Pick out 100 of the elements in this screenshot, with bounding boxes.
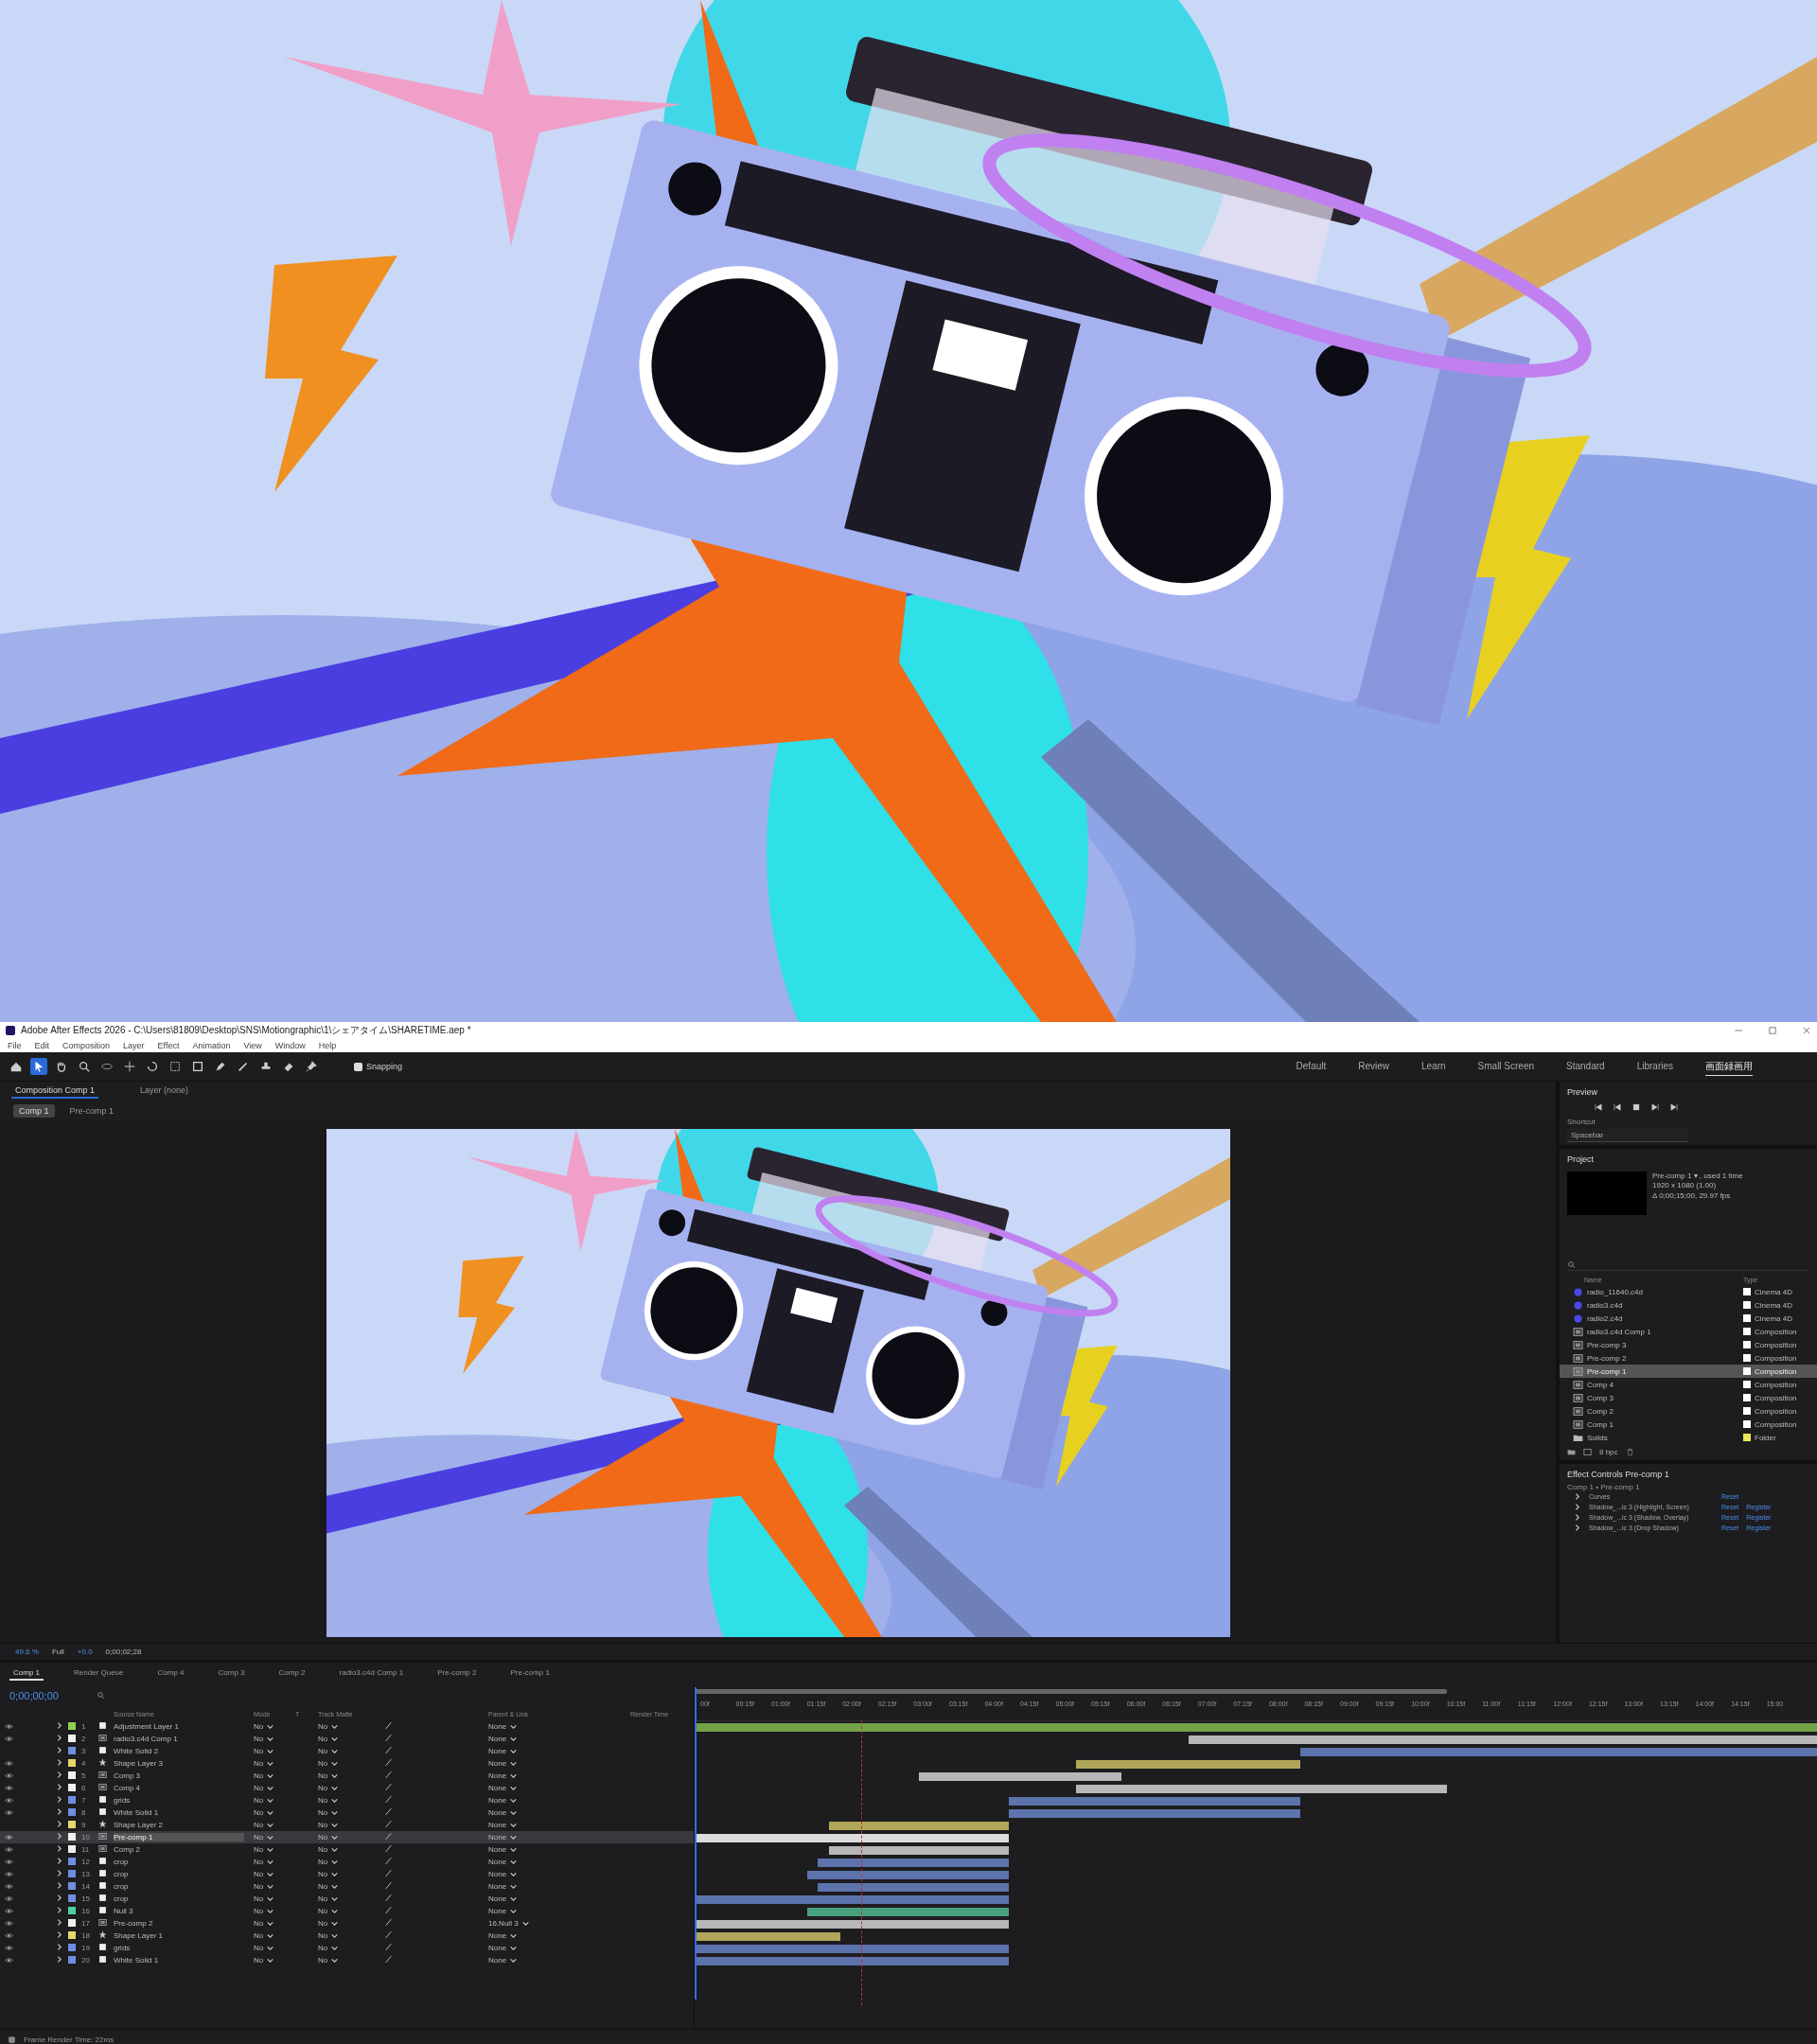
layer-row[interactable]: 18 Shape Layer 1 No No None <box>0 1929 694 1942</box>
parent-dropdown[interactable]: None <box>488 1808 519 1817</box>
label-swatch[interactable] <box>68 1918 76 1927</box>
track-matte-dropdown[interactable]: No <box>318 1784 340 1792</box>
parent-dropdown[interactable]: 16.Null 3 <box>488 1919 530 1928</box>
parent-dropdown[interactable]: None <box>488 1845 519 1854</box>
menu-item[interactable]: Edit <box>34 1041 50 1050</box>
menu-item[interactable]: Composition <box>62 1041 111 1050</box>
project-item[interactable]: Comp 4 Composition <box>1560 1378 1817 1391</box>
track-matte-dropdown[interactable]: No <box>318 1845 340 1854</box>
track-matte-dropdown[interactable]: No <box>318 1870 340 1878</box>
workspace-tab[interactable]: Small Screen <box>1477 1059 1535 1074</box>
eye-icon[interactable] <box>4 1784 13 1792</box>
skip-back-icon[interactable] <box>1594 1102 1603 1112</box>
project-item[interactable]: radio3.c4d Comp 1 Composition <box>1560 1325 1817 1338</box>
workspace-tab[interactable]: 画面録画用 <box>1705 1057 1753 1076</box>
exposure-value[interactable]: +0.0 <box>77 1648 93 1656</box>
mode-dropdown[interactable]: No <box>254 1858 275 1866</box>
label-swatch[interactable] <box>68 1771 76 1779</box>
timeline-tab[interactable]: Pre-comp 1 <box>506 1665 554 1681</box>
eye-icon[interactable] <box>4 1894 13 1903</box>
project-item[interactable]: radio_11640.c4d Cinema 4D <box>1560 1285 1817 1298</box>
mode-dropdown[interactable]: No <box>254 1784 275 1792</box>
track-matte-dropdown[interactable]: No <box>318 1833 340 1841</box>
mode-dropdown[interactable]: No <box>254 1833 275 1841</box>
layer-row[interactable]: 11 Comp 2 No No None <box>0 1843 694 1856</box>
pointer-icon[interactable] <box>30 1058 47 1075</box>
stop-icon[interactable] <box>1632 1102 1641 1112</box>
eye-icon[interactable] <box>4 1722 13 1731</box>
eye-icon[interactable] <box>4 1944 13 1952</box>
panel-tab[interactable]: Layer (none) <box>136 1084 193 1099</box>
menu-item[interactable]: Window <box>274 1041 306 1050</box>
workspace-tab[interactable]: Default <box>1296 1059 1327 1074</box>
label-swatch[interactable] <box>68 1807 76 1816</box>
menu-item[interactable]: Effect <box>157 1041 180 1050</box>
timeline-tab[interactable]: Comp 4 <box>153 1665 188 1681</box>
parent-dropdown[interactable]: None <box>488 1907 519 1915</box>
breadcrumb[interactable]: Pre-comp 1 <box>63 1104 120 1118</box>
workspace-tab[interactable]: Standard <box>1566 1059 1605 1074</box>
parent-dropdown[interactable]: None <box>488 1759 519 1768</box>
layer-row[interactable]: 20 White Solid 1 No No None <box>0 1954 694 1966</box>
label-swatch[interactable] <box>68 1881 76 1890</box>
label-swatch[interactable] <box>68 1832 76 1841</box>
eye-icon[interactable] <box>4 1833 13 1841</box>
layer-row[interactable]: 5 Comp 3 No No None <box>0 1770 694 1782</box>
track-matte-dropdown[interactable]: No <box>318 1747 340 1755</box>
parent-dropdown[interactable]: None <box>488 1858 519 1866</box>
parent-dropdown[interactable]: None <box>488 1796 519 1805</box>
parent-dropdown[interactable]: None <box>488 1771 519 1780</box>
track-matte-dropdown[interactable]: No <box>318 1735 340 1743</box>
layer-row[interactable]: 19 grids No No None <box>0 1942 694 1954</box>
mode-dropdown[interactable]: No <box>254 1894 275 1903</box>
parent-dropdown[interactable]: None <box>488 1944 519 1952</box>
mode-dropdown[interactable]: No <box>254 1747 275 1755</box>
mode-dropdown[interactable]: No <box>254 1796 275 1805</box>
parent-dropdown[interactable]: None <box>488 1894 519 1903</box>
eye-icon[interactable] <box>4 1907 13 1915</box>
layer-row[interactable]: 4 Shape Layer 3 No No None <box>0 1757 694 1770</box>
layer-row[interactable]: 2 radio3.c4d Comp 1 No No None <box>0 1733 694 1745</box>
project-item[interactable]: Pre-comp 1 Composition <box>1560 1365 1817 1378</box>
eye-icon[interactable] <box>4 1808 13 1817</box>
layer-row[interactable]: 1 Adjustment Layer 1 No No None <box>0 1720 694 1733</box>
track-matte-dropdown[interactable]: No <box>318 1722 340 1731</box>
project-item[interactable]: Pre-comp 3 Composition <box>1560 1338 1817 1351</box>
label-swatch[interactable] <box>68 1721 76 1730</box>
label-swatch[interactable] <box>68 1734 76 1742</box>
layer-row[interactable]: 10 Pre-comp 1 No No None <box>0 1831 694 1843</box>
parent-dropdown[interactable]: None <box>488 1870 519 1878</box>
mode-dropdown[interactable]: No <box>254 1821 275 1829</box>
track-matte-dropdown[interactable]: No <box>318 1956 340 1965</box>
snapping-checkbox[interactable] <box>354 1062 362 1071</box>
track-matte-dropdown[interactable]: No <box>318 1808 340 1817</box>
eye-icon[interactable] <box>4 1956 13 1965</box>
parent-dropdown[interactable]: None <box>488 1722 519 1731</box>
skip-forward-icon[interactable] <box>1669 1102 1679 1112</box>
track-matte-dropdown[interactable]: No <box>318 1882 340 1891</box>
step-back-icon[interactable] <box>1613 1102 1622 1112</box>
track-matte-dropdown[interactable]: No <box>318 1931 340 1940</box>
timeline-tab[interactable]: Render Queue <box>70 1665 128 1681</box>
layer-row[interactable]: 3 White Solid 2 No No None <box>0 1745 694 1757</box>
panel-tab[interactable]: Composition Comp 1 <box>11 1084 99 1099</box>
label-swatch[interactable] <box>68 1758 76 1767</box>
mode-dropdown[interactable]: No <box>254 1735 275 1743</box>
timeline-tab[interactable]: radio3.c4d Comp 1 <box>335 1665 408 1681</box>
track-matte-dropdown[interactable]: No <box>318 1919 340 1928</box>
timeline-tab[interactable]: Pre-comp 2 <box>433 1665 481 1681</box>
eye-icon[interactable] <box>4 1845 13 1854</box>
timeline-tab[interactable]: Comp 3 <box>214 1665 249 1681</box>
layer-row[interactable]: 13 crop No No None <box>0 1868 694 1880</box>
label-swatch[interactable] <box>68 1746 76 1754</box>
viewer-timecode[interactable]: 0;00;02;28 <box>105 1648 142 1656</box>
workspace-tab[interactable]: Learn <box>1421 1059 1446 1074</box>
project-item[interactable]: Comp 2 Composition <box>1560 1404 1817 1418</box>
zoom-dropdown[interactable]: 49.6 % <box>15 1648 39 1656</box>
project-item[interactable]: Pre-comp 2 Composition <box>1560 1351 1817 1365</box>
label-swatch[interactable] <box>68 1783 76 1791</box>
trash-icon[interactable] <box>1625 1448 1634 1456</box>
parent-dropdown[interactable]: None <box>488 1821 519 1829</box>
track-matte-dropdown[interactable]: No <box>318 1821 340 1829</box>
composition-icon[interactable] <box>1583 1448 1592 1456</box>
